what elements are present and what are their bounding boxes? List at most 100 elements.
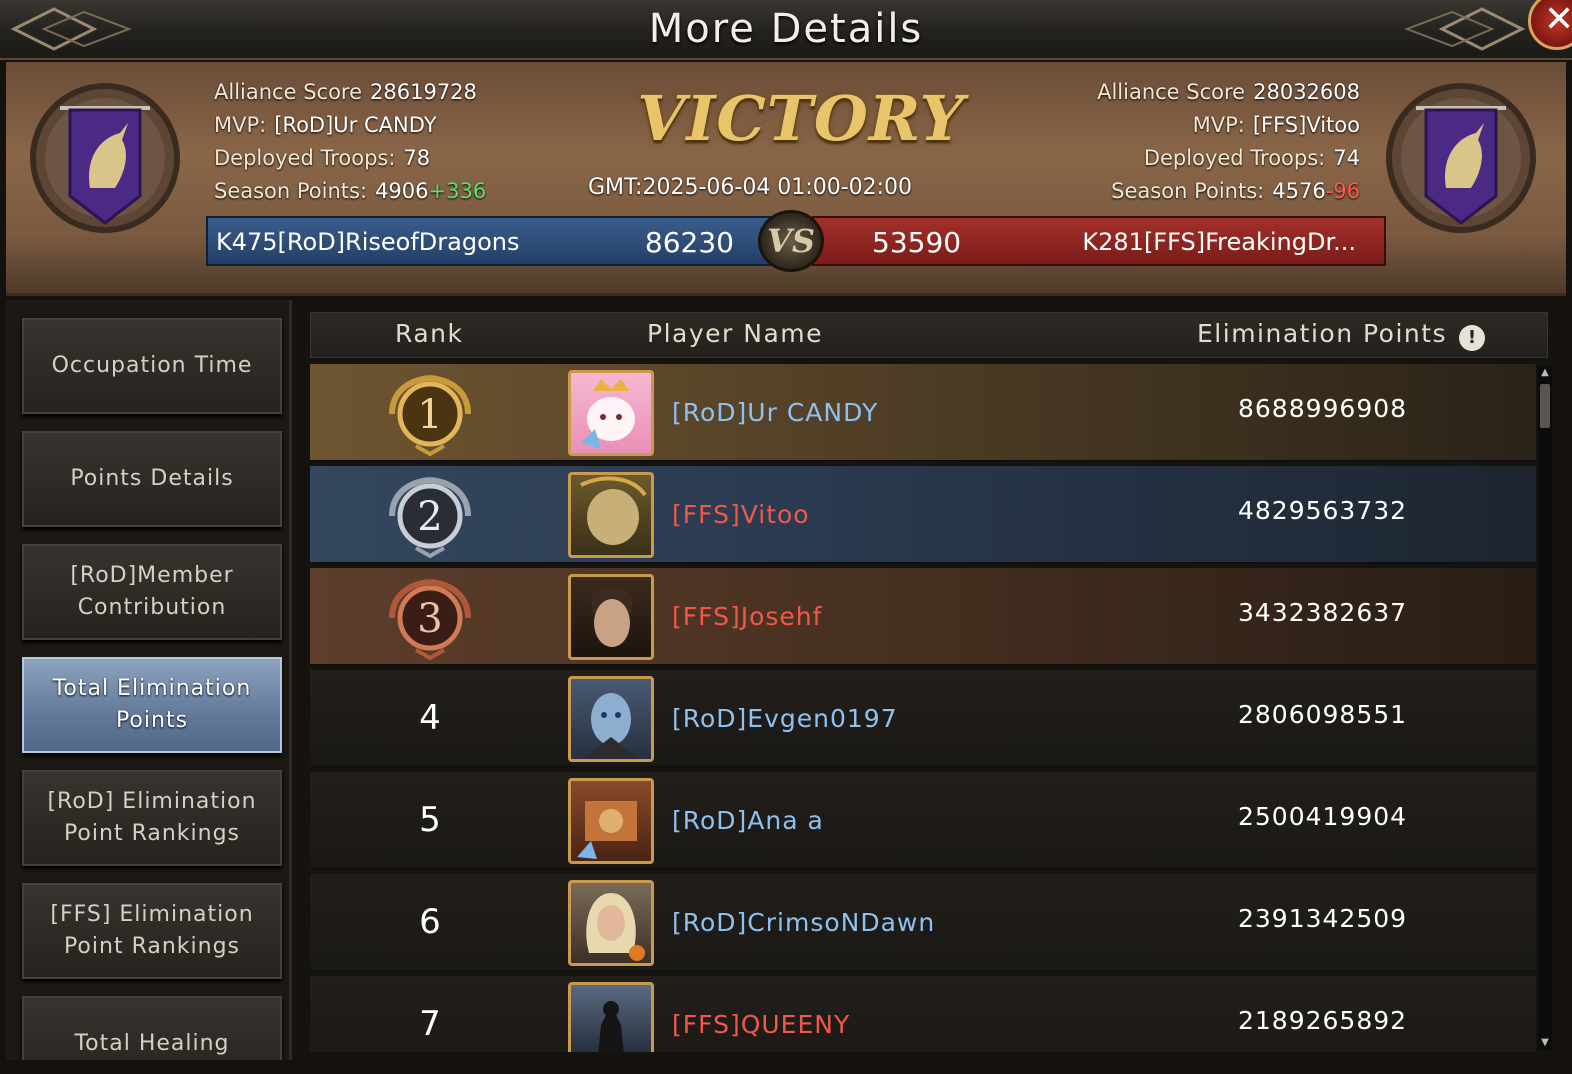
player-name[interactable]: [RoD]Ur CANDY: [672, 398, 878, 427]
avatar[interactable]: [568, 778, 654, 864]
elimination-points: 2189265892: [1238, 1006, 1408, 1035]
table-row[interactable]: 5 [RoD]Ana a 2500419904: [310, 772, 1536, 869]
avatar-image: [586, 893, 645, 961]
mvp-label: MVP:: [214, 113, 267, 137]
score-bar: K475[RoD]RiseofDragons 86230 53590 K281[…: [206, 210, 1386, 272]
rank-number: 4: [419, 698, 441, 738]
ornament-right-icon: [1404, 7, 1526, 51]
season-points-label: Season Points:: [214, 179, 368, 203]
window-title: More Details: [648, 6, 924, 52]
left-alliance-name: K475[RoD]RiseofDragons: [216, 228, 520, 256]
scroll-up-icon[interactable]: ▲: [1538, 366, 1552, 380]
sidebar-item-ffs-elimination-rankings[interactable]: [FFS] Elimination Point Rankings: [22, 883, 282, 979]
elimination-points: 2391342509: [1238, 904, 1408, 933]
troops-value: 74: [1333, 146, 1360, 170]
player-name[interactable]: [RoD]CrimsoNDawn: [672, 908, 935, 937]
rank-number: 6: [419, 902, 441, 942]
elimination-points: 3432382637: [1238, 598, 1408, 627]
player-name[interactable]: [FFS]Josehf: [672, 602, 822, 631]
avatar-image: [598, 1001, 624, 1052]
bronze-medal-icon: 3: [389, 579, 471, 660]
battle-time: GMT:2025-06-04 01:00-02:00: [588, 175, 913, 200]
rank-number: 5: [419, 800, 441, 840]
category-sidebar: Occupation Time Points Details [RoD]Memb…: [6, 300, 292, 1060]
avatar[interactable]: [568, 676, 654, 762]
rank-number: 7: [419, 1004, 441, 1044]
result-banner: VICTORY: [637, 82, 965, 155]
rankings-table: Rank Player Name Elimination Points ! 1: [306, 312, 1554, 1052]
player-name[interactable]: [FFS]QUEENY: [672, 1010, 850, 1039]
table-row[interactable]: 3 [FFS]Josehf 3432382637: [310, 568, 1536, 665]
avatar[interactable]: [568, 370, 654, 456]
info-icon[interactable]: !: [1459, 325, 1485, 351]
gold-medal-icon: 1: [389, 375, 471, 456]
elimination-points: 2806098551: [1238, 700, 1408, 729]
avatar-image: [591, 586, 633, 647]
table-row[interactable]: 4 [RoD]Evgen0197 2806098551: [310, 670, 1536, 767]
scroll-down-icon[interactable]: ▼: [1538, 1036, 1552, 1050]
season-points-label: Season Points:: [1111, 179, 1265, 203]
elimination-points: 2500419904: [1238, 802, 1408, 831]
season-points-delta: -96: [1325, 179, 1360, 203]
rank-number: 3: [417, 596, 442, 642]
scrollbar-thumb[interactable]: [1540, 384, 1550, 428]
left-alliance-stats: Alliance Score 28619728 MVP: [RoD]Ur CANDY…: [214, 76, 486, 208]
mvp-value: [FFS]Vitoo: [1252, 113, 1360, 137]
alliance-score-label: Alliance Score: [214, 80, 363, 104]
table-header: Rank Player Name Elimination Points !: [310, 312, 1548, 358]
left-battle-score: 86230: [644, 226, 734, 259]
elimination-points: 4829563732: [1238, 496, 1408, 525]
alliance-score-value: 28619728: [370, 80, 477, 104]
close-icon: ✕: [1544, 0, 1572, 40]
sidebar-item-rod-elimination-rankings[interactable]: [RoD] Elimination Point Rankings: [22, 770, 282, 866]
silver-medal-icon: 2: [389, 477, 471, 558]
rank-number: 2: [417, 494, 442, 540]
column-header-rank: Rank: [395, 319, 464, 348]
season-points-value: 4906: [375, 179, 429, 203]
sidebar-item-total-elimination-points[interactable]: Total Elimination Points: [22, 657, 282, 753]
sidebar-item-total-healing[interactable]: Total Healing: [22, 996, 282, 1060]
sidebar-item-occupation-time[interactable]: Occupation Time: [22, 318, 282, 414]
alliance-score-value: 28032608: [1253, 80, 1360, 104]
troops-label: Deployed Troops:: [1143, 146, 1326, 170]
troops-value: 78: [403, 146, 431, 170]
player-name[interactable]: [RoD]Evgen0197: [672, 704, 898, 733]
column-header-player: Player Name: [647, 319, 823, 348]
alliance-score-label: Alliance Score: [1097, 80, 1246, 104]
left-alliance-bar: K475[RoD]RiseofDragons 86230: [206, 216, 780, 266]
vs-badge: VS: [758, 210, 824, 272]
avatar[interactable]: [568, 880, 654, 966]
table-body: 1 [RoD]Ur CANDY 8688996908 2 [FFS]Vitoo …: [310, 364, 1536, 1052]
unicorn-banner-icon: [30, 83, 180, 233]
battle-summary: Alliance Score 28619728 MVP: [RoD]Ur CANDY…: [6, 62, 1566, 296]
right-alliance-name: K281[FFS]FreakingDr...: [1082, 228, 1356, 256]
elimination-points: 8688996908: [1238, 394, 1408, 423]
table-row[interactable]: 6 [RoD]CrimsoNDawn 2391342509: [310, 874, 1536, 971]
rank-number: 1: [417, 392, 442, 438]
avatar[interactable]: [568, 472, 654, 558]
sidebar-item-member-contribution[interactable]: [RoD]Member Contribution: [22, 544, 282, 640]
column-header-points: Elimination Points: [1197, 319, 1448, 348]
player-name[interactable]: [RoD]Ana a: [672, 806, 824, 835]
avatar-image: [581, 379, 635, 449]
table-row[interactable]: 2 [FFS]Vitoo 4829563732: [310, 466, 1536, 563]
sidebar-item-points-details[interactable]: Points Details: [22, 431, 282, 527]
table-row[interactable]: 1 [RoD]Ur CANDY 8688996908: [310, 364, 1536, 461]
avatar-image: [583, 693, 639, 759]
right-battle-score: 53590: [872, 226, 962, 259]
table-row[interactable]: 7 [FFS]QUEENY 2189265892: [310, 976, 1536, 1052]
season-points-delta: +336: [428, 179, 487, 203]
title-bar: More Details ✕: [0, 0, 1572, 60]
avatar[interactable]: [568, 982, 654, 1052]
season-points-value: 4576: [1272, 179, 1326, 203]
avatar-image: [580, 476, 647, 545]
mvp-label: MVP:: [1192, 113, 1245, 137]
right-alliance-stats: Alliance Score 28032608 MVP: [FFS]Vitoo De…: [1097, 76, 1360, 208]
player-name[interactable]: [FFS]Vitoo: [672, 500, 810, 529]
avatar-image: [577, 801, 637, 859]
mvp-value: [RoD]Ur CANDY: [274, 113, 437, 137]
unicorn-banner-icon: [1386, 83, 1536, 233]
scrollbar[interactable]: ▲ ▼: [1538, 366, 1552, 1050]
troops-label: Deployed Troops:: [214, 146, 396, 170]
avatar[interactable]: [568, 574, 654, 660]
